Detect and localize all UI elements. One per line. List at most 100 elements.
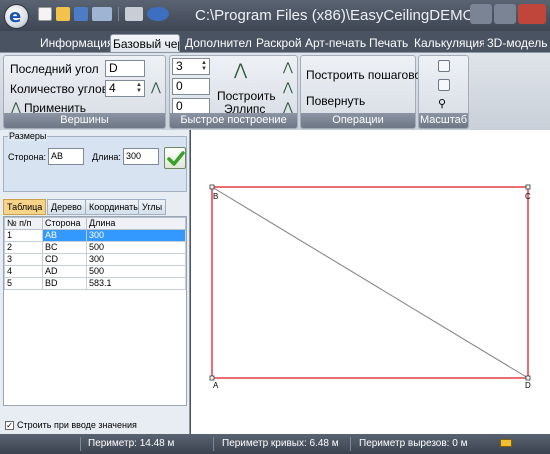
tab-base-drawing[interactable]: Базовый чер	[110, 34, 180, 52]
column-header[interactable]: Длина	[86, 217, 186, 230]
zoom-magnifier-icon[interactable]: ⚲	[438, 97, 446, 110]
help-icon[interactable]	[147, 7, 169, 21]
binoculars-icon[interactable]	[125, 7, 143, 21]
status-separator	[80, 437, 81, 451]
status-separator	[213, 437, 214, 451]
table-cell[interactable]: 300	[86, 229, 186, 242]
table-row[interactable]: 5 BD 583.1	[4, 277, 186, 290]
minimize-button[interactable]	[470, 4, 492, 24]
tab-calculation[interactable]: Калькуляция	[412, 34, 484, 52]
build-step-button[interactable]: Построить пошагово	[306, 68, 421, 82]
window-title: C:\Program Files (x86)\EasyCeilingDEMO\.…	[195, 7, 491, 24]
vertex-d-handle[interactable]	[525, 375, 531, 381]
group-operations: Построить пошагово Повернуть Операции	[300, 55, 421, 129]
table-cell[interactable]: 3	[4, 253, 43, 266]
corner-count-field[interactable]: 4 ▲ ▼	[105, 80, 145, 97]
quick-field-1[interactable]: 3 ▲ ▼	[172, 58, 210, 75]
drawing-canvas[interactable]: B C A D	[191, 130, 550, 434]
length-field[interactable]: 300	[123, 148, 159, 165]
sides-table: № п/п Сторона Длина 1 AB 300 2 BC 500 3	[3, 216, 187, 406]
zoom-window-icon[interactable]	[438, 79, 450, 91]
tab-print[interactable]: Печать	[367, 34, 411, 52]
tab-info[interactable]: Информация	[38, 34, 110, 52]
table-row[interactable]: 1 AB 300	[4, 229, 186, 242]
group-vertices: Последний угол D Количество углов 4 ▲ ▼ ⋀…	[3, 55, 166, 129]
ribbon-tab-strip: Информация Базовый чер Дополнитель Раскр…	[0, 31, 550, 52]
status-bar: Периметр: 14.48 м Периметр кривых: 6.48 …	[0, 434, 550, 454]
close-button[interactable]	[518, 4, 546, 24]
build-on-input-checkbox[interactable]: ✓ Строить при вводе значения	[5, 420, 137, 431]
tools-icon[interactable]	[92, 7, 112, 21]
sizes-group: Размеры Сторона: AB Длина: 300	[3, 131, 187, 192]
table-row[interactable]: 3 CD 300	[4, 253, 186, 266]
table-row[interactable]: 4 AD 500	[4, 265, 186, 278]
quick-compass-icon-1[interactable]: ⋀	[283, 60, 293, 74]
confirm-button[interactable]	[164, 147, 186, 169]
tab-table[interactable]: Таблица	[3, 199, 47, 215]
new-file-icon[interactable]	[38, 7, 52, 21]
ceiling-drawing[interactable]: B C A D	[191, 130, 550, 434]
tab-additional[interactable]: Дополнитель	[183, 34, 251, 52]
tab-coordinates[interactable]: Координаты	[85, 199, 144, 215]
title-bar: e C:\Program Files (x86)\EasyCeilingDEMO…	[0, 0, 550, 31]
quick-compass-icon-3[interactable]: ⋀	[283, 100, 293, 114]
table-header-row: № п/п Сторона Длина	[4, 217, 186, 230]
curve-perimeter-status: Периметр кривых: 6.48 м	[222, 438, 339, 449]
vertex-c-handle[interactable]	[525, 184, 531, 190]
perimeter-status: Периметр: 14.48 м	[88, 438, 175, 449]
compass-icon[interactable]: ⋀	[151, 80, 161, 94]
tab-art-print[interactable]: Арт-печать	[303, 34, 366, 52]
checkbox-box[interactable]: ✓	[5, 421, 14, 431]
table-cell[interactable]: 300	[86, 253, 186, 266]
table-row[interactable]: 2 BC 500	[4, 241, 186, 254]
ribbon-panel: Последний угол D Количество углов 4 ▲ ▼ ⋀…	[0, 52, 550, 130]
last-corner-field[interactable]: D	[105, 60, 145, 77]
column-header[interactable]: Сторона	[42, 217, 87, 230]
side-field[interactable]: AB	[48, 148, 84, 165]
table-cell[interactable]: 1	[4, 229, 43, 242]
table-cell[interactable]: BC	[42, 241, 87, 254]
table-cell[interactable]: AB	[42, 229, 87, 242]
status-separator	[350, 437, 351, 451]
side-label: Сторона:	[8, 152, 47, 162]
app-menu-button[interactable]: e	[4, 4, 29, 29]
rotate-button[interactable]: Повернуть	[306, 94, 365, 108]
tab-cutting[interactable]: Раскрой	[254, 34, 302, 52]
tab-3d-model[interactable]: 3D-модель	[485, 34, 550, 52]
quick-compass-icon-2[interactable]: ⋀	[283, 80, 293, 94]
tab-tree[interactable]: Дерево	[47, 199, 86, 215]
table-cell[interactable]: 500	[86, 241, 186, 254]
corner-count-label: Количество углов	[10, 82, 109, 96]
table-cell[interactable]: 4	[4, 265, 43, 278]
quick-field-1-spinner[interactable]: ▲ ▼	[200, 60, 208, 73]
table-cell[interactable]: 2	[4, 241, 43, 254]
table-cell[interactable]: 583.1	[86, 277, 186, 290]
table-cell[interactable]: 500	[86, 265, 186, 278]
table-cell[interactable]: BD	[42, 277, 87, 290]
table-cell[interactable]: CD	[42, 253, 87, 266]
quick-field-2[interactable]: 0	[172, 78, 210, 95]
table-cell[interactable]: 5	[4, 277, 43, 290]
build-ellipse-label-1[interactable]: Построить	[217, 89, 276, 103]
vertex-label-c: C	[525, 192, 531, 201]
quick-access-toolbar	[38, 7, 169, 21]
group-quick-build: 3 ▲ ▼ 0 0 ⋀ Построить Эллипс ⋀ ⋀ ⋀ Быстро…	[169, 55, 298, 129]
maximize-button[interactable]	[494, 4, 516, 24]
open-folder-icon[interactable]	[56, 7, 70, 21]
vertex-label-d: D	[525, 381, 531, 390]
column-header[interactable]: № п/п	[4, 217, 43, 230]
battery-icon	[500, 439, 512, 447]
table-cell[interactable]: AD	[42, 265, 87, 278]
diagonal-bd[interactable]	[211, 186, 529, 379]
zoom-fit-icon[interactable]	[438, 60, 450, 72]
corner-count-spinner[interactable]: ▲ ▼	[135, 82, 143, 95]
tab-angles[interactable]: Углы	[138, 199, 167, 215]
length-label: Длина:	[92, 152, 121, 162]
vertex-b-handle[interactable]	[209, 184, 215, 190]
ellipse-compass-icon: ⋀	[234, 62, 248, 79]
save-icon[interactable]	[74, 7, 88, 21]
vertex-a-handle[interactable]	[209, 375, 215, 381]
group-scale: ⚲ Масштаб	[418, 55, 469, 129]
group-operations-title: Операции	[301, 113, 415, 128]
apply-compass-icon: ⋀	[11, 100, 21, 114]
